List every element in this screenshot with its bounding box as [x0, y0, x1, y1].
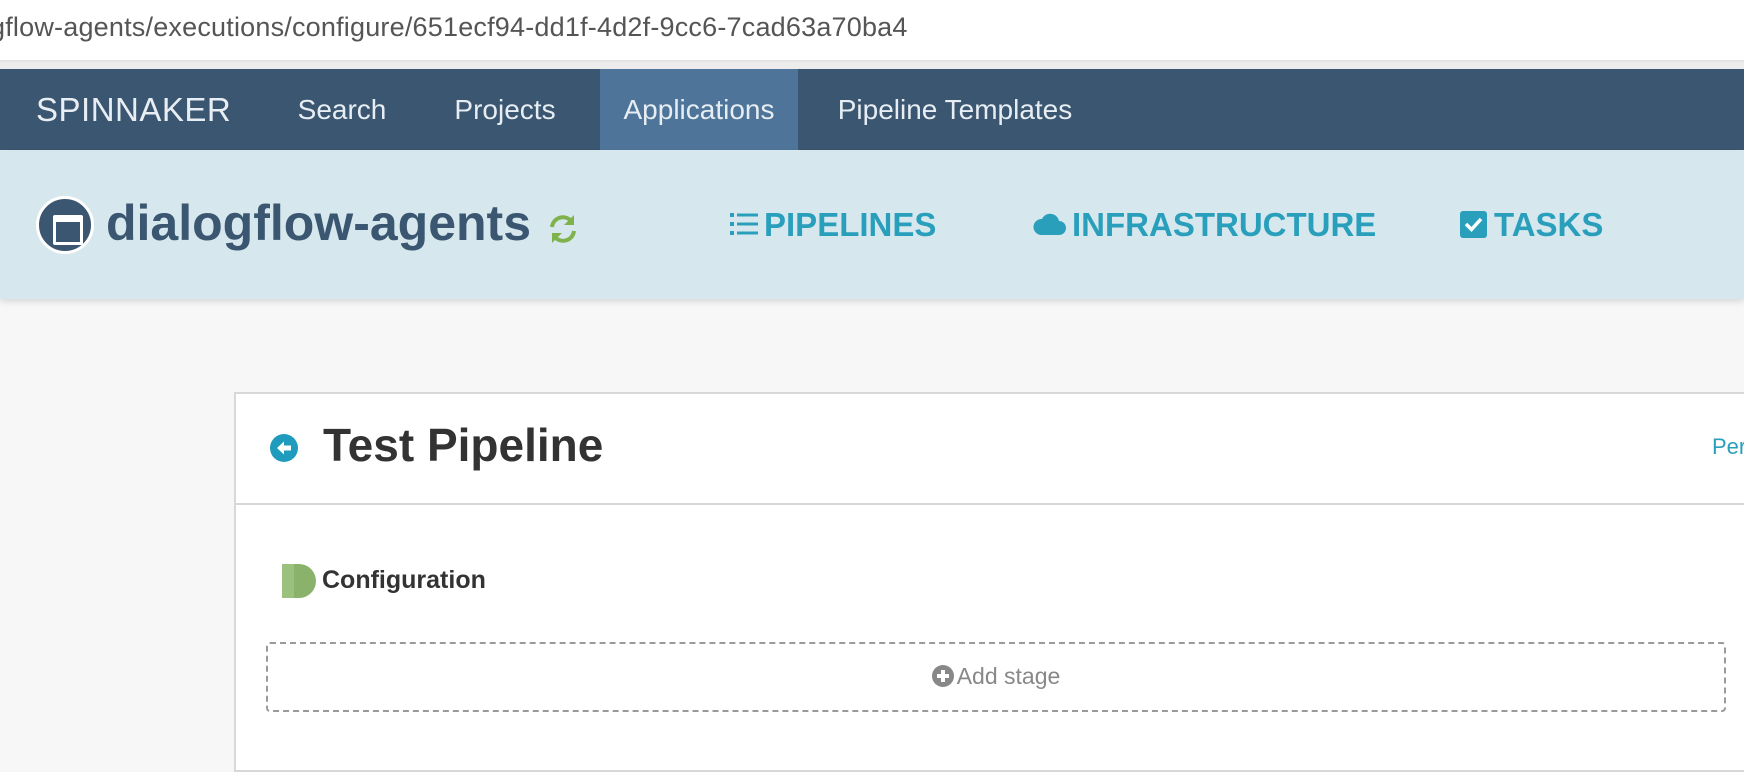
nav-applications[interactable]: Applications	[600, 69, 798, 150]
add-stage-button[interactable]: Add stage	[266, 642, 1726, 712]
application-name: dialogflow-agents	[106, 195, 531, 251]
list-icon	[730, 213, 758, 236]
checkbox-icon	[1460, 211, 1487, 239]
nav-search[interactable]: Search	[280, 69, 404, 150]
nav-projects[interactable]: Projects	[434, 69, 576, 150]
address-bar[interactable]: gflow-agents/executions/configure/651ecf…	[0, 0, 1744, 62]
application-header: dialogflow-agents PIPELINES INFRASTRUCTU…	[0, 150, 1744, 299]
nav-pipeline-templates[interactable]: Pipeline Templates	[834, 69, 1076, 150]
cloud-icon	[1033, 214, 1066, 236]
application-window-icon	[36, 196, 94, 254]
configuration-stage-icon	[282, 564, 316, 598]
pipeline-title: Test Pipeline	[323, 419, 604, 471]
back-arrow-icon[interactable]	[270, 434, 298, 462]
refresh-icon[interactable]	[546, 212, 580, 246]
add-stage-label: Add stage	[956, 663, 1061, 689]
address-bar-divider	[0, 62, 1744, 69]
pipeline-actions-link[interactable]: Per	[1712, 434, 1744, 460]
address-bar-url[interactable]: gflow-agents/executions/configure/651ecf…	[0, 12, 908, 43]
pipeline-config-panel: Test Pipeline Per Configuration Add stag…	[234, 392, 1744, 772]
tab-infrastructure[interactable]: INFRASTRUCTURE	[1032, 206, 1376, 246]
tab-tasks[interactable]: TASKS	[1460, 206, 1603, 246]
tab-infrastructure-label: INFRASTRUCTURE	[1072, 206, 1377, 243]
configuration-label: Configuration	[322, 566, 486, 594]
brand-logo[interactable]: SPINNAKER	[36, 91, 231, 129]
pipeline-header: Test Pipeline Per	[236, 394, 1744, 505]
tab-pipelines[interactable]: PIPELINES	[730, 206, 936, 246]
tab-tasks-label: TASKS	[1494, 206, 1604, 243]
top-navigation: SPINNAKER Search Projects Applications P…	[0, 69, 1744, 150]
plus-circle-icon	[931, 664, 954, 687]
tab-pipelines-label: PIPELINES	[764, 206, 937, 243]
